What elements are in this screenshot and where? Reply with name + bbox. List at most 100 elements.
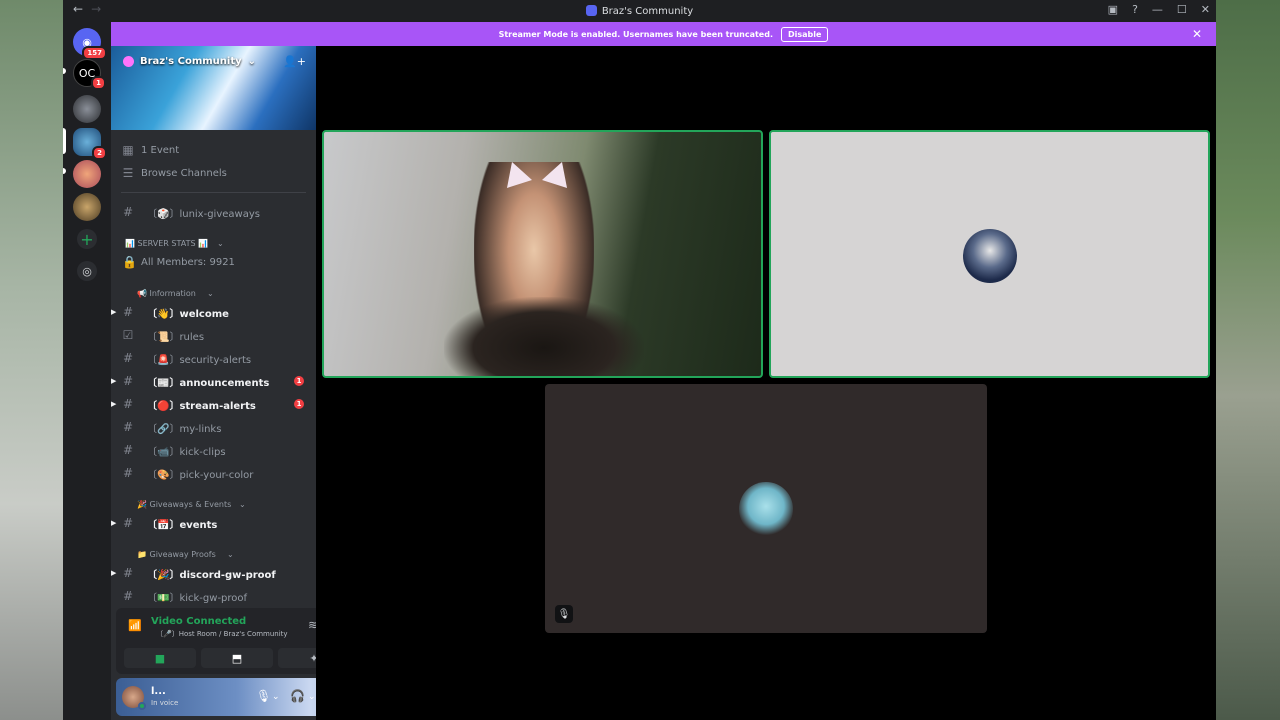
- signal-icon[interactable]: 📶: [128, 619, 142, 632]
- hash-icon: #: [122, 420, 134, 434]
- avatar[interactable]: [122, 686, 146, 710]
- channel-all-members[interactable]: 🔒 All Members: 9921: [111, 252, 316, 272]
- mention-badge: 1: [294, 399, 304, 409]
- chevron-down-icon: ⌄: [247, 56, 257, 67]
- chevron-down-icon[interactable]: ⌄: [308, 692, 316, 702]
- window-controls: ▣ ? — ☐ ✕: [1108, 3, 1210, 16]
- divider: [121, 192, 306, 193]
- headphones-icon[interactable]: 🎧: [290, 689, 305, 703]
- camera-button[interactable]: ■: [124, 648, 196, 668]
- category-label: 📊 SERVER STATS 📊: [125, 238, 209, 248]
- window-title: Braz's Community: [63, 5, 1216, 17]
- mention-badge: 1: [91, 76, 106, 90]
- minimize-icon[interactable]: —: [1152, 3, 1163, 16]
- server-home[interactable]: ◉ 157: [73, 28, 107, 60]
- video-tile-avatar-1[interactable]: [769, 130, 1210, 378]
- plus-icon: +: [80, 229, 94, 249]
- channel-announcements[interactable]: ▶ # 〔📰〕announcements 1: [111, 371, 316, 391]
- channel-events[interactable]: ▶ # 〔📅〕events: [111, 513, 316, 533]
- category-server-stats[interactable]: 📊 SERVER STATS 📊 ⌄: [111, 235, 316, 251]
- user-panel: l... In voice 🎙 ⌄ 🎧 ⌄ ⚙: [116, 678, 316, 716]
- maximize-icon[interactable]: ☐: [1177, 3, 1187, 16]
- browse-channels-link[interactable]: ☰ Browse Channels: [111, 163, 316, 183]
- channel-rules[interactable]: ☑ 〔📜〕rules: [111, 325, 316, 345]
- streamer-mode-banner: Streamer Mode is enabled. Usernames have…: [111, 22, 1216, 46]
- status-indicator: [138, 702, 146, 710]
- microphone-icon[interactable]: 🎙: [256, 689, 271, 703]
- channel-security-alerts[interactable]: # 〔🚨〕security-alerts: [111, 348, 316, 368]
- mention-badge: 2: [92, 146, 107, 160]
- server-3[interactable]: [73, 95, 101, 123]
- server-6[interactable]: [73, 193, 101, 221]
- server-5[interactable]: [73, 160, 101, 188]
- channel-stream-alerts[interactable]: ▶ # 〔🔴〕stream-alerts 1: [111, 394, 316, 414]
- category-giveaways-events[interactable]: 🎉 Giveaways & Events ⌄: [111, 496, 316, 512]
- title-bar: ← → Braz's Community ▣ ? — ☐ ✕: [63, 0, 1216, 22]
- caret-right-icon: ▶: [111, 400, 117, 408]
- avatar: [963, 229, 1017, 283]
- screen-share-icon: ⬒: [231, 651, 243, 665]
- server-banner[interactable]: Braz's Community ⌄ 👤+: [111, 46, 316, 130]
- inbox-icon[interactable]: ▣: [1108, 3, 1118, 16]
- hash-icon: #: [122, 351, 134, 365]
- hash-icon: #: [122, 589, 134, 603]
- category-label: 📁 Giveaway Proofs: [137, 549, 216, 559]
- chevron-down-icon: ⌄: [227, 549, 234, 559]
- chevron-down-icon: ⌄: [239, 499, 246, 509]
- hash-icon: #: [122, 443, 134, 457]
- events-link[interactable]: ▦ 1 Event: [111, 140, 316, 160]
- channel-lunix-giveaways[interactable]: # 〔🎲〕lunix-giveaways: [111, 202, 316, 222]
- mute-icon: 🎙: [555, 605, 573, 623]
- help-icon[interactable]: ?: [1132, 3, 1138, 16]
- category-information[interactable]: 📢 Information ⌄: [111, 285, 316, 301]
- mention-badge: 1: [294, 376, 304, 386]
- explore-button[interactable]: ◎: [77, 261, 97, 281]
- activity-button[interactable]: ✦: [278, 648, 316, 668]
- unread-pill: [63, 168, 66, 174]
- caret-right-icon: ▶: [111, 519, 117, 527]
- camera-icon: ■: [154, 651, 166, 665]
- channel-discord-gw-proof[interactable]: ▶ # 〔🎉〕discord-gw-proof: [111, 563, 316, 583]
- activity-icon: ✦: [309, 651, 316, 665]
- hash-icon: #: [122, 397, 134, 411]
- server-oc[interactable]: OC 1: [73, 59, 106, 90]
- screen-share-button[interactable]: ⬒: [201, 648, 273, 668]
- server-braz[interactable]: 2: [73, 128, 107, 160]
- rules-icon: ☑: [122, 328, 134, 342]
- voice-status[interactable]: Video Connected: [151, 616, 246, 627]
- caret-right-icon: ▶: [111, 308, 117, 316]
- channel-sidebar: Braz's Community ⌄ 👤+ ▦ 1 Event ☰ Browse…: [111, 46, 316, 720]
- calendar-icon: ▦: [122, 143, 134, 157]
- selected-pill: [63, 128, 66, 154]
- category-giveaway-proofs[interactable]: 📁 Giveaway Proofs ⌄: [111, 546, 316, 562]
- username[interactable]: l...: [151, 686, 166, 697]
- voice-connection-panel: 📶 Video Connected 〔🎤〕Host Room / Braz's …: [116, 608, 316, 674]
- chevron-down-icon[interactable]: ⌄: [272, 692, 280, 702]
- channel-kick-clips[interactable]: # 〔📹〕kick-clips: [111, 440, 316, 460]
- add-server-button[interactable]: +: [77, 229, 97, 249]
- discord-window: ← → Braz's Community ▣ ? — ☐ ✕ ◉ 157 OC …: [63, 0, 1216, 720]
- hash-icon: #: [122, 205, 134, 219]
- channel-pick-your-color[interactable]: # 〔🎨〕pick-your-color: [111, 463, 316, 483]
- video-tile-camera[interactable]: [322, 130, 763, 378]
- close-icon[interactable]: ✕: [1192, 27, 1202, 41]
- category-label: 🎉 Giveaways & Events: [137, 499, 232, 509]
- server-name-header[interactable]: Braz's Community ⌄: [123, 56, 256, 67]
- hash-icon: #: [122, 374, 134, 388]
- video-tile-avatar-2[interactable]: 🎙: [545, 384, 987, 633]
- unread-pill: [63, 68, 66, 74]
- channel-welcome[interactable]: ▶ # 〔👋〕welcome: [111, 302, 316, 322]
- hash-icon: #: [122, 566, 134, 580]
- avatar: [739, 482, 793, 536]
- disable-button[interactable]: Disable: [780, 26, 829, 42]
- caret-right-icon: ▶: [111, 569, 117, 577]
- channel-kick-gw-proof[interactable]: # 〔💵〕kick-gw-proof: [111, 586, 316, 606]
- invite-icon[interactable]: 👤+: [283, 55, 306, 68]
- close-icon[interactable]: ✕: [1201, 3, 1210, 16]
- noise-suppression-icon[interactable]: ≋: [308, 618, 316, 632]
- channel-my-links[interactable]: # 〔🔗〕my-links: [111, 417, 316, 437]
- browse-icon: ☰: [122, 166, 134, 180]
- server-list: ◉ 157 OC 1 2 + ◎: [63, 22, 111, 720]
- voice-location[interactable]: 〔🎤〕Host Room / Braz's Community: [156, 629, 288, 639]
- category-label: 📢 Information: [137, 288, 196, 298]
